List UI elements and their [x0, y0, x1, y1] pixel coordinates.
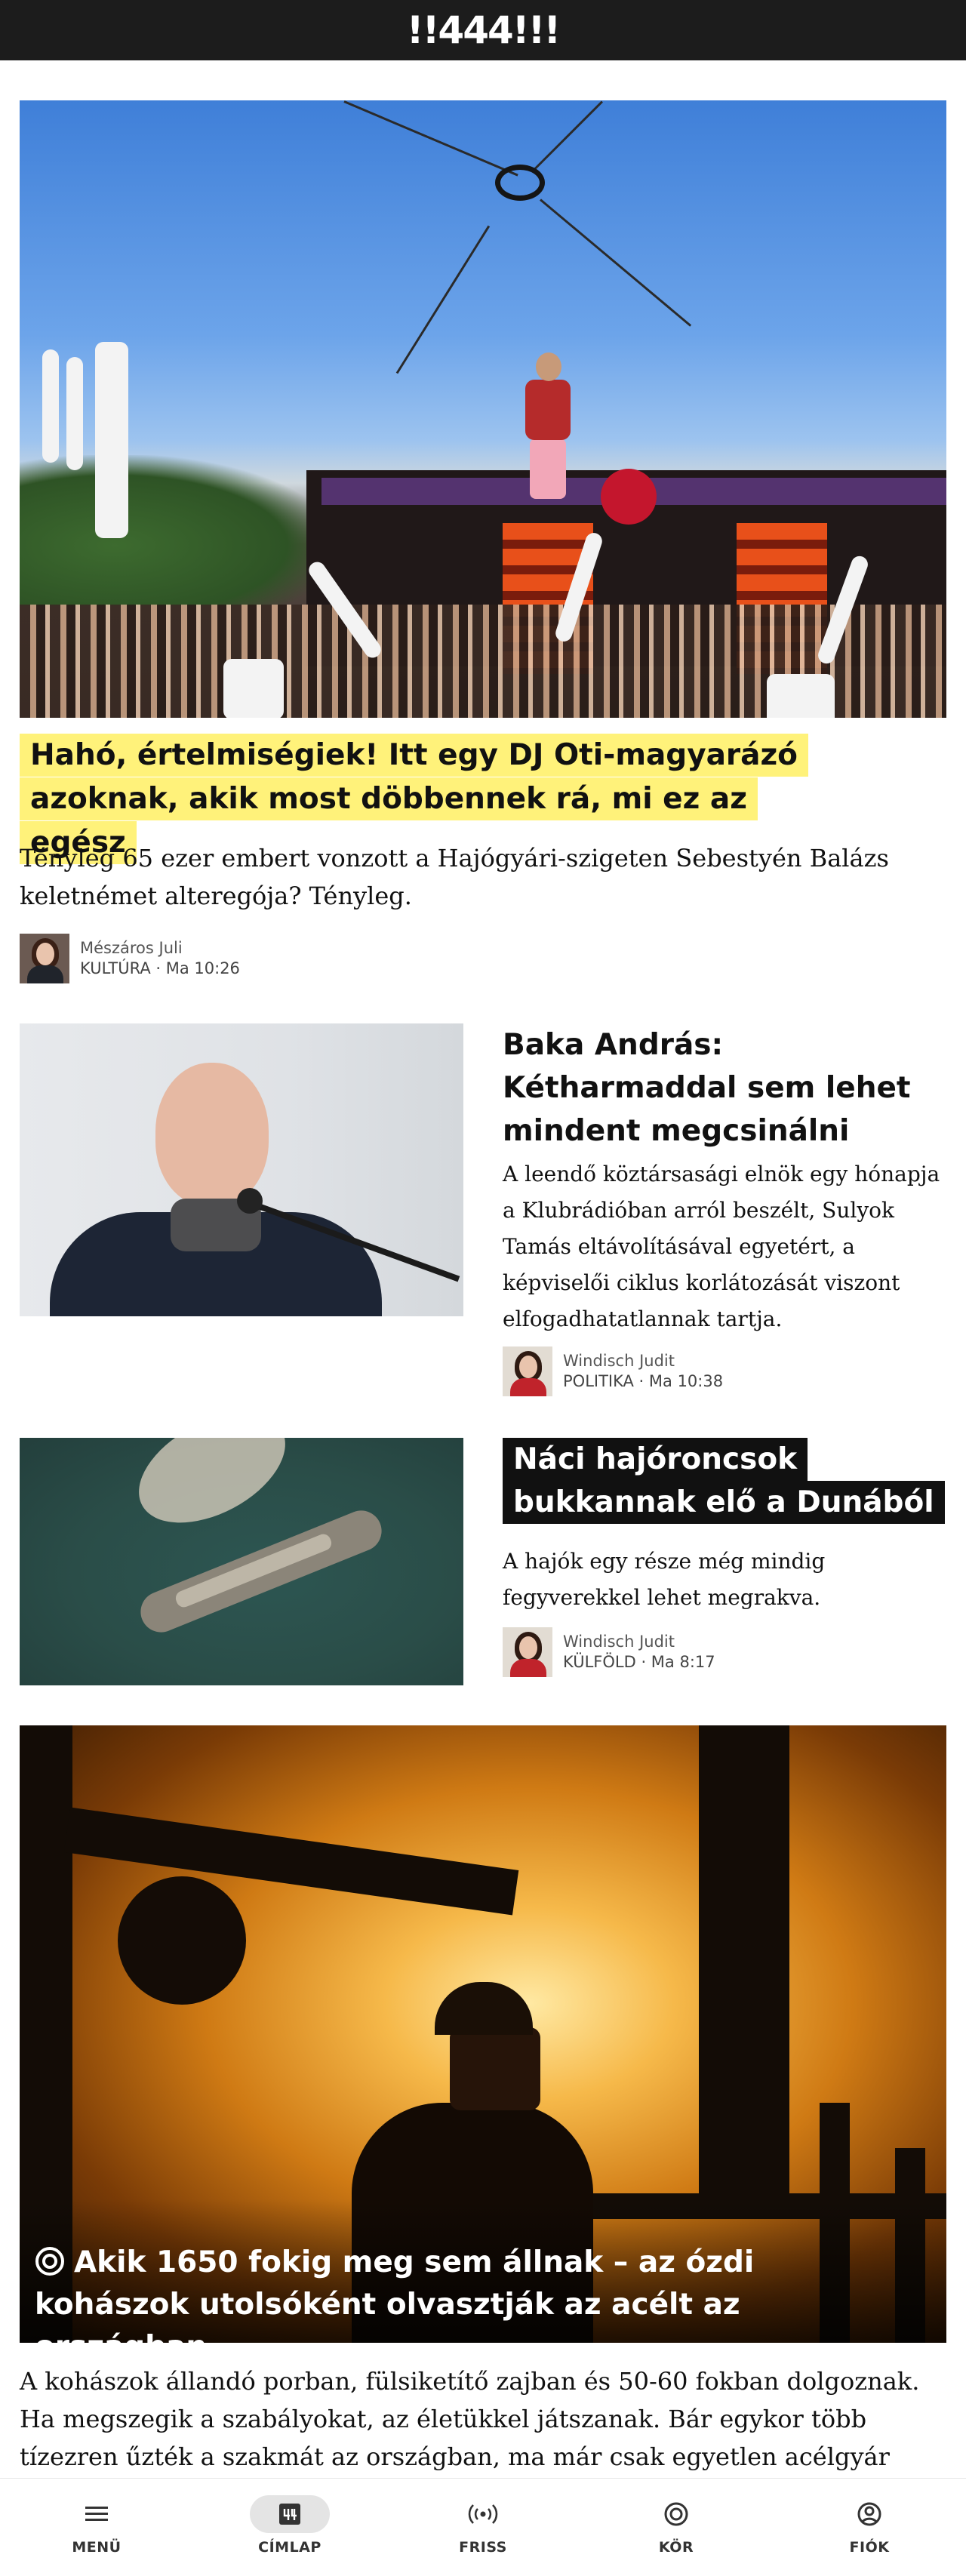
nav-menu-label: MENÜ — [72, 2539, 122, 2556]
account-icon — [857, 2502, 881, 2526]
article-1-image[interactable] — [20, 100, 946, 718]
broadcast-icon — [468, 2504, 498, 2524]
article-3-title[interactable]: Náci hajóroncsok bukkannak elő a Dunából — [503, 1438, 948, 1524]
author-avatar[interactable] — [20, 934, 69, 983]
article-3-image[interactable] — [20, 1438, 463, 1685]
article-4-title[interactable]: Akik 1650 fokig meg sem állnak – az ózdi… — [35, 2242, 910, 2368]
section-label[interactable]: KULTÚRA — [80, 959, 151, 977]
section-label[interactable]: POLITIKA — [563, 1372, 634, 1390]
author-name[interactable]: Windisch Judit — [563, 1351, 723, 1371]
nav-fresh-label: FRISS — [459, 2539, 507, 2556]
nav-account-label: FIÓK — [849, 2539, 890, 2556]
nav-home[interactable]: CÍMLAP — [229, 2495, 350, 2556]
nav-circle[interactable]: KÖR — [616, 2495, 737, 2556]
article-1-byline: Mészáros Juli KULTÚRA · Ma 10:26 — [20, 934, 240, 983]
author-name[interactable]: Windisch Judit — [563, 1632, 715, 1652]
article-2-byline: Windisch Judit POLITIKA · Ma 10:38 — [503, 1346, 723, 1396]
top-bar: !!444!!! — [0, 0, 966, 60]
article-2-lead[interactable]: A leendő köztársasági elnök egy hónapja … — [503, 1156, 948, 1337]
author-name[interactable]: Mészáros Juli — [80, 938, 240, 959]
circle-icon — [664, 2502, 688, 2526]
menu-icon — [85, 2507, 108, 2521]
nav-fresh[interactable]: FRISS — [423, 2495, 543, 2556]
nav-account[interactable]: FIÓK — [809, 2495, 930, 2556]
publish-time: Ma 8:17 — [651, 1653, 715, 1671]
article-1-lead[interactable]: Tényleg 65 ezer embert vonzott a Hajógyá… — [20, 839, 925, 915]
home-logo-icon — [279, 2504, 300, 2525]
nav-menu[interactable]: MENÜ — [36, 2495, 157, 2556]
nav-home-label: CÍMLAP — [258, 2539, 321, 2556]
publish-time: Ma 10:26 — [165, 959, 240, 977]
section-label[interactable]: KÜLFÖLD — [563, 1653, 636, 1671]
site-logo[interactable]: !!444!!! — [407, 8, 561, 52]
nav-circle-label: KÖR — [658, 2539, 694, 2556]
article-2-image[interactable] — [20, 1023, 463, 1316]
article-2-title[interactable]: Baka András: Kétharmaddal sem lehet mind… — [503, 1023, 948, 1153]
bottom-navigation: MENÜ CÍMLAP FRISS KÖR FIÓK — [0, 2478, 966, 2576]
video-icon — [35, 2247, 64, 2276]
publish-time: Ma 10:38 — [648, 1372, 724, 1390]
article-3-byline: Windisch Judit KÜLFÖLD · Ma 8:17 — [503, 1627, 715, 1677]
author-avatar[interactable] — [503, 1627, 552, 1677]
author-avatar[interactable] — [503, 1346, 552, 1396]
article-3-lead[interactable]: A hajók egy része még mindig fegyverekke… — [503, 1543, 948, 1616]
